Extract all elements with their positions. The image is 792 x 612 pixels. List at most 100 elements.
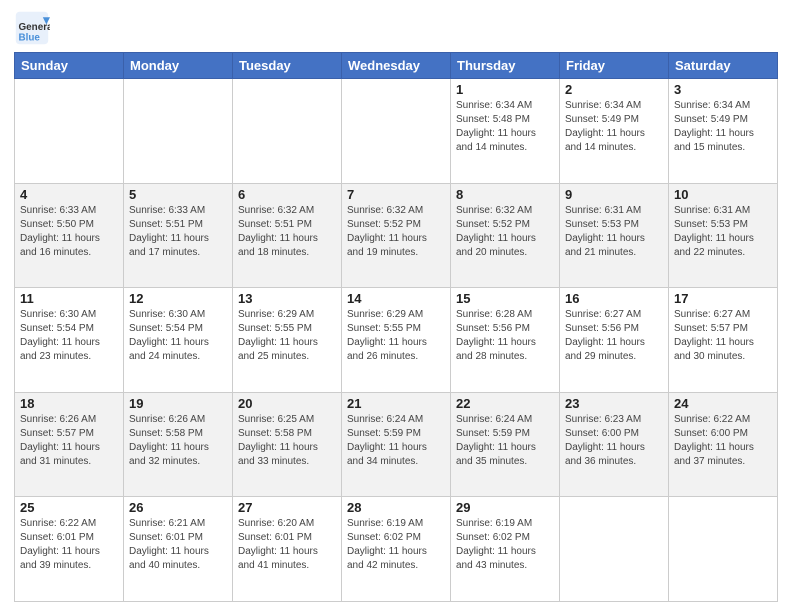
day-number: 10 xyxy=(674,187,772,202)
logo: General Blue xyxy=(14,10,54,46)
calendar-cell: 25Sunrise: 6:22 AM Sunset: 6:01 PM Dayli… xyxy=(15,497,124,602)
calendar-week-row: 11Sunrise: 6:30 AM Sunset: 5:54 PM Dayli… xyxy=(15,288,778,393)
day-number: 23 xyxy=(565,396,663,411)
day-info: Sunrise: 6:30 AM Sunset: 5:54 PM Dayligh… xyxy=(20,308,118,364)
day-number: 18 xyxy=(20,396,118,411)
day-info: Sunrise: 6:26 AM Sunset: 5:57 PM Dayligh… xyxy=(20,413,118,469)
calendar-cell: 5 Sunrise: 6:33 AM Sunset: 5:51 PM Daylig… xyxy=(124,183,233,288)
day-number: 29 xyxy=(456,500,554,515)
day-info: Sunrise: 6:23 AM Sunset: 6:00 PM Dayligh… xyxy=(565,413,663,469)
calendar-cell: 4 Sunrise: 6:33 AM Sunset: 5:50 PM Daylig… xyxy=(15,183,124,288)
day-info: Sunrise: 6:25 AM Sunset: 5:58 PM Dayligh… xyxy=(238,413,336,469)
calendar-cell: 15Sunrise: 6:28 AM Sunset: 5:56 PM Dayli… xyxy=(451,288,560,393)
day-number: 13 xyxy=(238,291,336,306)
day-info: Sunrise: 6:33 AM Sunset: 5:51 PM Dayligh… xyxy=(129,204,227,260)
day-info: Sunrise: 6:32 AM Sunset: 5:51 PM Dayligh… xyxy=(238,204,336,260)
day-number: 4 xyxy=(20,187,118,202)
calendar-cell: 12Sunrise: 6:30 AM Sunset: 5:54 PM Dayli… xyxy=(124,288,233,393)
calendar-cell: 2 Sunrise: 6:34 AM Sunset: 5:49 PM Daylig… xyxy=(560,79,669,184)
calendar-cell: 24 Sunrise: 6:22 AM Sunset: 6:00 PM Dayli… xyxy=(669,392,778,497)
calendar-day-header: Saturday xyxy=(669,53,778,79)
calendar-cell: 22 Sunrise: 6:24 AM Sunset: 5:59 PM Dayli… xyxy=(451,392,560,497)
svg-text:Blue: Blue xyxy=(19,33,41,44)
calendar-cell xyxy=(669,497,778,602)
calendar-cell xyxy=(342,79,451,184)
day-number: 27 xyxy=(238,500,336,515)
day-info: Sunrise: 6:28 AM Sunset: 5:56 PM Dayligh… xyxy=(456,308,554,364)
day-info: Sunrise: 6:22 AM Sunset: 6:01 PM Dayligh… xyxy=(20,517,118,573)
calendar-week-row: 18 Sunrise: 6:26 AM Sunset: 5:57 PM Dayli… xyxy=(15,392,778,497)
day-info: Sunrise: 6:32 AM Sunset: 5:52 PM Dayligh… xyxy=(456,204,554,260)
calendar-cell: 26 Sunrise: 6:21 AM Sunset: 6:01 PM Dayli… xyxy=(124,497,233,602)
day-number: 24 xyxy=(674,396,772,411)
calendar-cell: 17 Sunrise: 6:27 AM Sunset: 5:57 PM Dayli… xyxy=(669,288,778,393)
calendar-cell: 6 Sunrise: 6:32 AM Sunset: 5:51 PM Daylig… xyxy=(233,183,342,288)
calendar-cell: 16Sunrise: 6:27 AM Sunset: 5:56 PM Dayli… xyxy=(560,288,669,393)
day-info: Sunrise: 6:24 AM Sunset: 5:59 PM Dayligh… xyxy=(456,413,554,469)
day-number: 6 xyxy=(238,187,336,202)
calendar-cell xyxy=(15,79,124,184)
day-info: Sunrise: 6:31 AM Sunset: 5:53 PM Dayligh… xyxy=(565,204,663,260)
calendar-cell: 13 Sunrise: 6:29 AM Sunset: 5:55 PM Dayli… xyxy=(233,288,342,393)
calendar-cell: 28 Sunrise: 6:19 AM Sunset: 6:02 PM Dayli… xyxy=(342,497,451,602)
calendar-cell: 3 Sunrise: 6:34 AM Sunset: 5:49 PM Daylig… xyxy=(669,79,778,184)
calendar-cell xyxy=(124,79,233,184)
calendar-week-row: 25Sunrise: 6:22 AM Sunset: 6:01 PM Dayli… xyxy=(15,497,778,602)
day-number: 14 xyxy=(347,291,445,306)
day-info: Sunrise: 6:29 AM Sunset: 5:55 PM Dayligh… xyxy=(347,308,445,364)
calendar-day-header: Wednesday xyxy=(342,53,451,79)
day-info: Sunrise: 6:34 AM Sunset: 5:48 PM Dayligh… xyxy=(456,99,554,155)
day-number: 7 xyxy=(347,187,445,202)
calendar-day-header: Friday xyxy=(560,53,669,79)
day-info: Sunrise: 6:26 AM Sunset: 5:58 PM Dayligh… xyxy=(129,413,227,469)
day-number: 8 xyxy=(456,187,554,202)
day-info: Sunrise: 6:22 AM Sunset: 6:00 PM Dayligh… xyxy=(674,413,772,469)
day-number: 3 xyxy=(674,82,772,97)
day-info: Sunrise: 6:30 AM Sunset: 5:54 PM Dayligh… xyxy=(129,308,227,364)
calendar-cell: 1 Sunrise: 6:34 AM Sunset: 5:48 PM Daylig… xyxy=(451,79,560,184)
calendar-cell: 10 Sunrise: 6:31 AM Sunset: 5:53 PM Dayli… xyxy=(669,183,778,288)
day-info: Sunrise: 6:24 AM Sunset: 5:59 PM Dayligh… xyxy=(347,413,445,469)
day-number: 1 xyxy=(456,82,554,97)
calendar-cell: 14 Sunrise: 6:29 AM Sunset: 5:55 PM Dayli… xyxy=(342,288,451,393)
calendar-cell: 20 Sunrise: 6:25 AM Sunset: 5:58 PM Dayli… xyxy=(233,392,342,497)
calendar-cell: 21 Sunrise: 6:24 AM Sunset: 5:59 PM Dayli… xyxy=(342,392,451,497)
calendar-cell: 29 Sunrise: 6:19 AM Sunset: 6:02 PM Dayli… xyxy=(451,497,560,602)
day-info: Sunrise: 6:20 AM Sunset: 6:01 PM Dayligh… xyxy=(238,517,336,573)
day-number: 22 xyxy=(456,396,554,411)
calendar-day-header: Thursday xyxy=(451,53,560,79)
page: General Blue SundayMondayTuesdayWednesda… xyxy=(0,0,792,612)
day-info: Sunrise: 6:33 AM Sunset: 5:50 PM Dayligh… xyxy=(20,204,118,260)
day-info: Sunrise: 6:31 AM Sunset: 5:53 PM Dayligh… xyxy=(674,204,772,260)
day-number: 9 xyxy=(565,187,663,202)
day-number: 5 xyxy=(129,187,227,202)
day-number: 21 xyxy=(347,396,445,411)
logo-icon: General Blue xyxy=(14,10,50,46)
day-number: 17 xyxy=(674,291,772,306)
calendar-day-header: Monday xyxy=(124,53,233,79)
day-info: Sunrise: 6:19 AM Sunset: 6:02 PM Dayligh… xyxy=(347,517,445,573)
calendar-table: SundayMondayTuesdayWednesdayThursdayFrid… xyxy=(14,52,778,602)
calendar-week-row: 1 Sunrise: 6:34 AM Sunset: 5:48 PM Daylig… xyxy=(15,79,778,184)
calendar-cell: 8 Sunrise: 6:32 AM Sunset: 5:52 PM Daylig… xyxy=(451,183,560,288)
day-info: Sunrise: 6:27 AM Sunset: 5:57 PM Dayligh… xyxy=(674,308,772,364)
day-number: 26 xyxy=(129,500,227,515)
day-info: Sunrise: 6:29 AM Sunset: 5:55 PM Dayligh… xyxy=(238,308,336,364)
calendar-cell: 18 Sunrise: 6:26 AM Sunset: 5:57 PM Dayli… xyxy=(15,392,124,497)
day-info: Sunrise: 6:21 AM Sunset: 6:01 PM Dayligh… xyxy=(129,517,227,573)
day-number: 20 xyxy=(238,396,336,411)
day-info: Sunrise: 6:32 AM Sunset: 5:52 PM Dayligh… xyxy=(347,204,445,260)
day-info: Sunrise: 6:19 AM Sunset: 6:02 PM Dayligh… xyxy=(456,517,554,573)
calendar-cell: 19Sunrise: 6:26 AM Sunset: 5:58 PM Dayli… xyxy=(124,392,233,497)
calendar-cell: 9 Sunrise: 6:31 AM Sunset: 5:53 PM Daylig… xyxy=(560,183,669,288)
calendar-header-row: SundayMondayTuesdayWednesdayThursdayFrid… xyxy=(15,53,778,79)
calendar-cell xyxy=(233,79,342,184)
calendar-day-header: Sunday xyxy=(15,53,124,79)
calendar-cell: 11Sunrise: 6:30 AM Sunset: 5:54 PM Dayli… xyxy=(15,288,124,393)
day-number: 28 xyxy=(347,500,445,515)
day-number: 16 xyxy=(565,291,663,306)
calendar-cell: 27 Sunrise: 6:20 AM Sunset: 6:01 PM Dayli… xyxy=(233,497,342,602)
day-info: Sunrise: 6:34 AM Sunset: 5:49 PM Dayligh… xyxy=(565,99,663,155)
day-number: 2 xyxy=(565,82,663,97)
day-info: Sunrise: 6:34 AM Sunset: 5:49 PM Dayligh… xyxy=(674,99,772,155)
